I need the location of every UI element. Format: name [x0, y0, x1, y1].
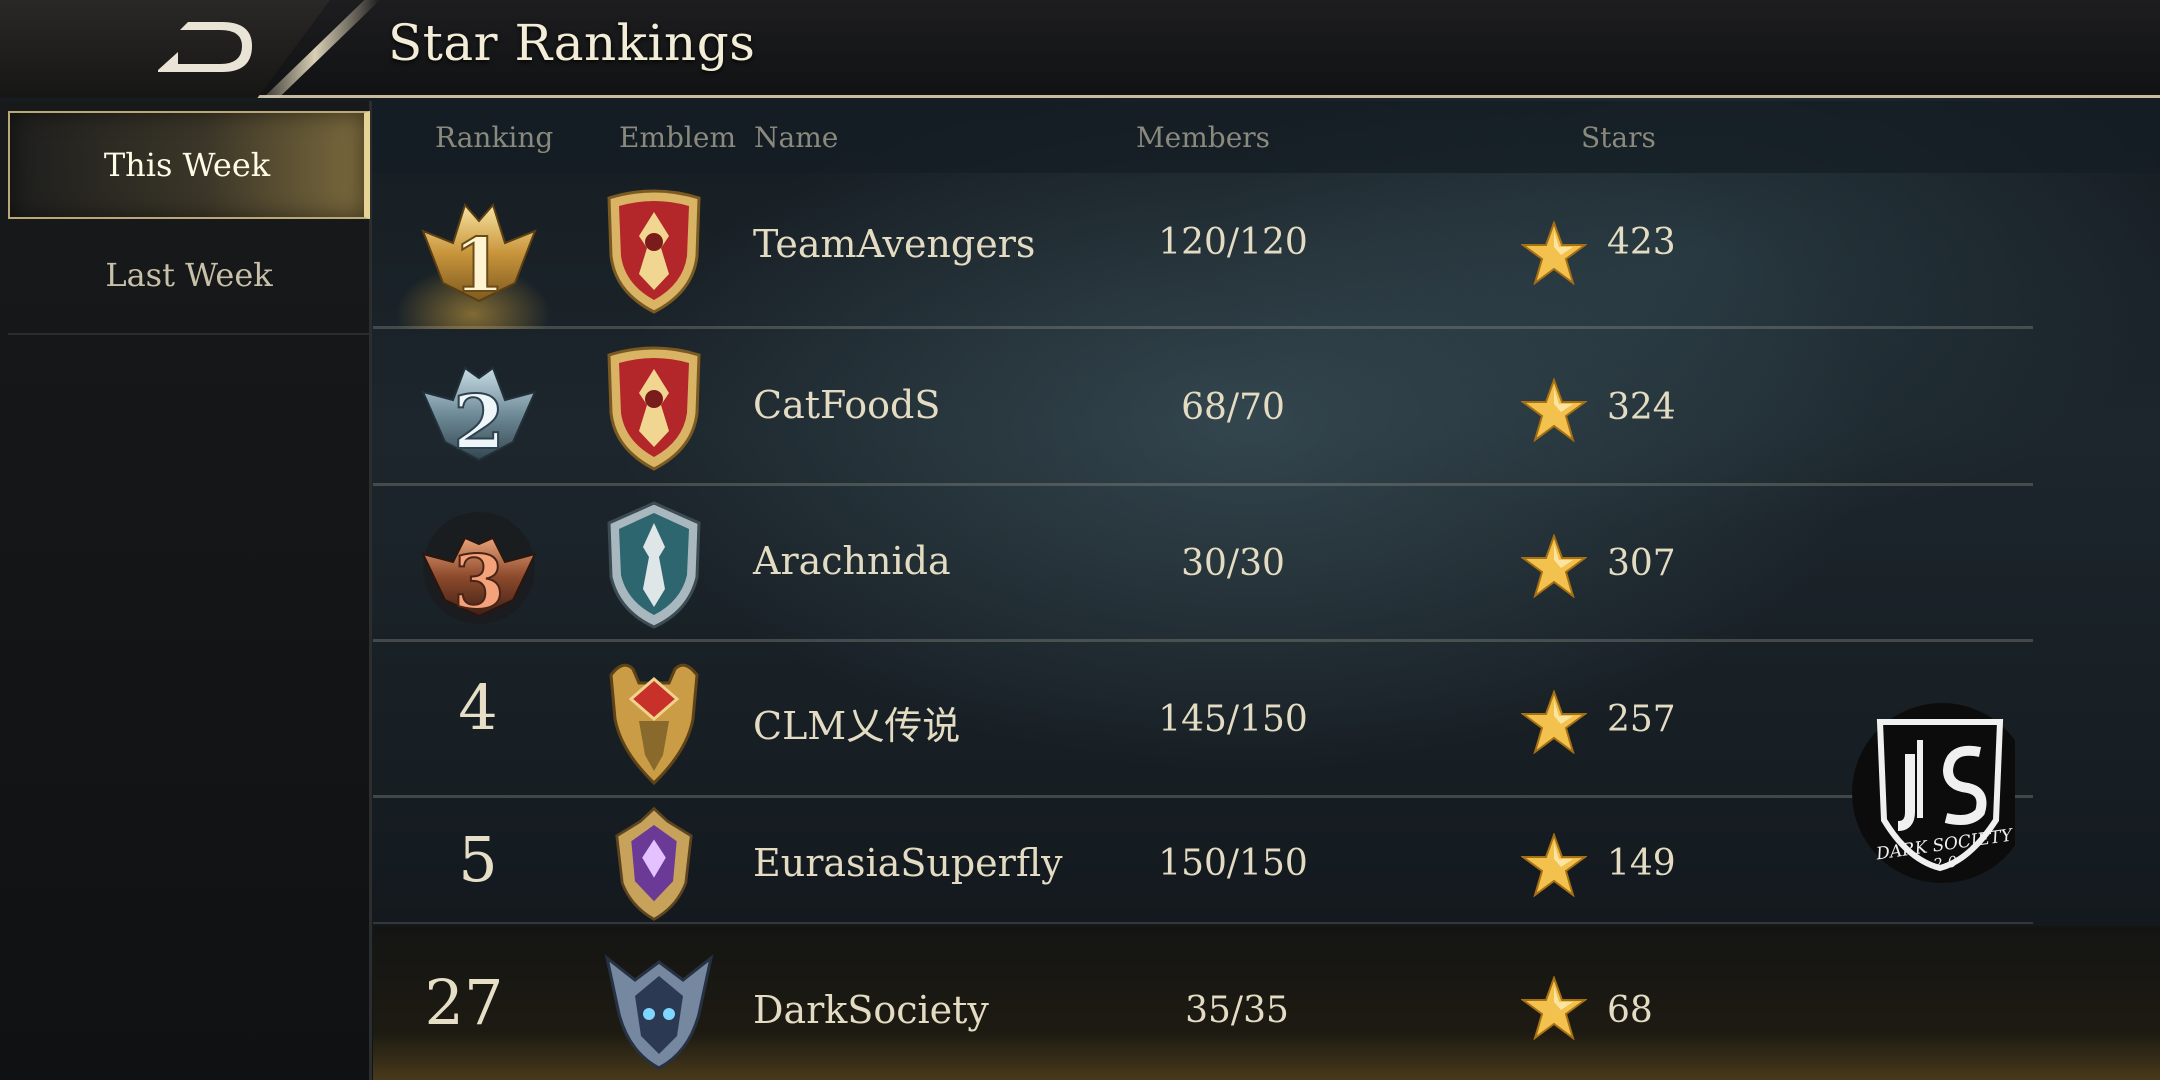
members-count: 145/150 — [1158, 699, 1308, 740]
team-name: TeamAvengers — [753, 222, 1036, 266]
gold-ruby-emblem-icon — [609, 663, 699, 785]
gold-rank-badge-icon: 1 — [421, 203, 537, 310]
bronze-rank-badge-icon: 3 — [421, 512, 537, 627]
star-icon — [1521, 833, 1587, 897]
stars-count: 68 — [1607, 990, 1653, 1031]
team-name: EurasiaSuperfly — [753, 841, 1063, 885]
members-count: 35/35 — [1185, 990, 1289, 1031]
svg-text:1: 1 — [453, 223, 505, 309]
stars-count: 324 — [1607, 387, 1676, 428]
back-arrow-icon — [158, 22, 252, 72]
star-icon — [1521, 378, 1587, 442]
svg-text:2: 2 — [453, 380, 505, 466]
tab-last-week[interactable]: Last Week — [8, 221, 370, 329]
team-name: CLM乂传说 — [753, 704, 961, 748]
members-count: 30/30 — [1181, 543, 1285, 584]
purple-gem-emblem-icon — [615, 806, 693, 921]
table-header: Ranking Emblem Name Members Stars — [373, 101, 2160, 173]
red-gold-shield-emblem-icon — [607, 189, 701, 314]
column-emblem: Emblem — [619, 121, 736, 154]
tab-label: This Week — [103, 146, 271, 184]
table-row[interactable]: 3 Arachnida 30/30 307 — [373, 487, 2033, 642]
members-count: 120/120 — [1158, 222, 1308, 263]
svg-text:3: 3 — [453, 540, 505, 626]
sidebar: This Week Last Week — [0, 101, 372, 1080]
tab-this-week[interactable]: This Week — [8, 111, 370, 219]
teal-silver-shield-emblem-icon — [607, 501, 701, 629]
table-row[interactable]: 4 CLM乂传说 145/150 257 — [373, 643, 2033, 798]
column-stars: Stars — [1581, 121, 1656, 154]
horned-demon-emblem-icon — [604, 954, 714, 1070]
members-count: 68/70 — [1181, 387, 1285, 428]
team-name: Arachnida — [753, 539, 951, 583]
members-count: 150/150 — [1158, 843, 1308, 884]
star-icon — [1521, 221, 1587, 285]
stars-count: 307 — [1607, 543, 1676, 584]
team-name: DarkSociety — [753, 988, 989, 1032]
table-row[interactable]: 2 CatFoodS 68/70 324 — [373, 331, 2033, 486]
logo-version: 2.0 — [1931, 852, 1959, 873]
stars-count: 257 — [1607, 699, 1676, 740]
sidebar-divider — [8, 333, 370, 335]
tab-label: Last Week — [105, 256, 273, 294]
back-button[interactable] — [150, 18, 260, 80]
own-team-row[interactable]: 27 DarkSociety 35/35 68 — [373, 926, 2160, 1080]
team-name: CatFoodS — [753, 383, 941, 427]
table-row[interactable]: 1 TeamAvengers 120/120 423 — [373, 174, 2033, 329]
silver-rank-badge-icon: 2 — [421, 366, 537, 467]
red-gold-shield-emblem-icon — [607, 346, 701, 471]
table-row[interactable]: 5 EurasiaSuperfly 150/150 149 — [373, 799, 2033, 924]
star-icon — [1521, 976, 1587, 1040]
rank-number: 5 — [458, 823, 498, 896]
stars-count: 423 — [1607, 222, 1676, 263]
stars-count: 149 — [1607, 843, 1676, 884]
column-name: Name — [754, 121, 839, 154]
rank-number: 27 — [424, 966, 504, 1039]
dark-society-logo: DARK SOCIETY 2.0 — [1852, 703, 2015, 883]
star-icon — [1521, 690, 1587, 754]
top-bar: Star Rankings — [0, 0, 2160, 98]
column-members: Members — [1136, 121, 1271, 154]
rank-number: 4 — [458, 671, 498, 744]
column-ranking: Ranking — [435, 121, 554, 154]
star-icon — [1521, 534, 1587, 598]
page-title: Star Rankings — [388, 14, 756, 72]
